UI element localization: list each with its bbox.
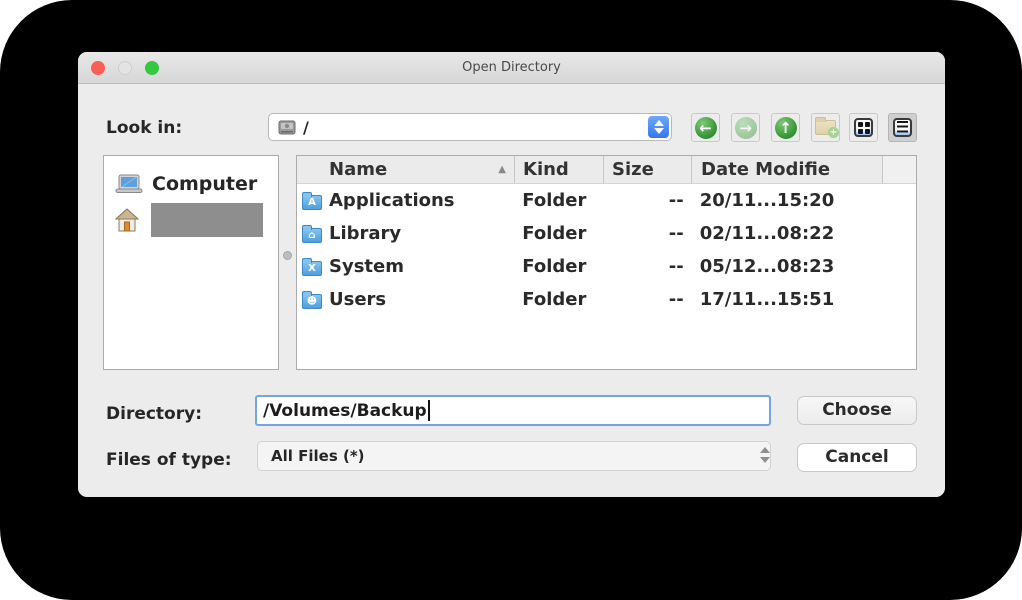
directory-label: Directory: (106, 404, 202, 424)
forward-button: → (731, 113, 760, 142)
table-row[interactable]: X System Folder -- 05/12...08:23 (297, 250, 916, 283)
row-kind: Folder (513, 190, 602, 211)
file-type-value: All Files (*) (271, 447, 365, 465)
combobox-arrows-icon[interactable] (648, 116, 669, 138)
titlebar[interactable]: Open Directory (78, 52, 945, 84)
system-folder-icon: X (302, 261, 322, 276)
detail-view-icon (893, 118, 912, 137)
maximize-button[interactable] (145, 61, 159, 75)
sidebar-computer-label: Computer (152, 173, 257, 195)
sidebar-item-computer[interactable]: Computer (104, 166, 278, 202)
text-caret (428, 400, 430, 421)
row-kind: Folder (513, 223, 602, 244)
cancel-button[interactable]: Cancel (797, 443, 917, 472)
detail-view-button[interactable] (888, 113, 917, 142)
home-icon (115, 208, 139, 232)
row-size: -- (602, 256, 690, 277)
row-date-modified: 17/11...15:51 (690, 289, 916, 310)
row-size: -- (602, 223, 690, 244)
hard-drive-icon (278, 120, 296, 135)
forward-icon: → (735, 117, 757, 139)
column-header-name[interactable]: Name ▲ (297, 156, 514, 183)
column-header-kind[interactable]: Kind (514, 156, 603, 183)
look-in-combobox[interactable]: / (268, 113, 672, 141)
row-size: -- (602, 190, 690, 211)
table-row[interactable]: ☻ Users Folder -- 17/11...15:51 (297, 283, 916, 316)
choose-button[interactable]: Choose (797, 396, 917, 425)
row-name: Library (329, 223, 401, 244)
minimize-button (118, 61, 132, 75)
look-in-path: / (303, 118, 309, 137)
row-name: System (329, 256, 404, 277)
table-row[interactable]: A Applications Folder -- 20/11...15:20 (297, 184, 916, 217)
row-date-modified: 20/11...15:20 (690, 190, 916, 211)
directory-input[interactable]: /Volumes/Backup (255, 395, 771, 426)
back-icon: ← (695, 117, 717, 139)
column-header-date-modified[interactable]: Date Modifie (691, 156, 882, 183)
row-name: Users (329, 289, 386, 310)
table-header: Name ▲ Kind Size Date Modifie (297, 156, 916, 184)
window-title: Open Directory (78, 52, 945, 84)
row-name: Applications (329, 190, 455, 211)
look-in-label: Look in: (106, 118, 182, 138)
up-icon: ↑ (775, 117, 797, 139)
column-header-size[interactable]: Size (603, 156, 691, 183)
file-list: Name ▲ Kind Size Date Modifie A Applicat… (296, 155, 917, 370)
home-label-redacted (151, 203, 263, 237)
list-view-button[interactable] (849, 113, 878, 142)
applications-folder-icon: A (302, 195, 322, 210)
places-sidebar: Computer (103, 155, 279, 370)
row-kind: Folder (513, 289, 602, 310)
row-date-modified: 05/12...08:23 (690, 256, 916, 277)
splitter-handle[interactable] (283, 251, 292, 260)
new-folder-button: + (811, 113, 840, 142)
column-header-filler (882, 156, 916, 183)
file-type-dropdown[interactable]: All Files (*) (257, 441, 771, 471)
up-button[interactable]: ↑ (771, 113, 800, 142)
library-folder-icon: ⌂ (302, 228, 322, 243)
row-size: -- (602, 289, 690, 310)
computer-icon (115, 174, 143, 195)
users-folder-icon: ☻ (302, 294, 322, 309)
table-row[interactable]: ⌂ Library Folder -- 02/11...08:22 (297, 217, 916, 250)
sidebar-item-home[interactable] (104, 202, 278, 238)
row-date-modified: 02/11...08:22 (690, 223, 916, 244)
open-directory-dialog: Open Directory Look in: / ← → ↑ + (78, 52, 945, 497)
close-button[interactable] (91, 61, 105, 75)
new-folder-icon: + (815, 120, 836, 135)
directory-input-value: /Volumes/Backup (263, 401, 427, 421)
back-button[interactable]: ← (691, 113, 720, 142)
sort-ascending-icon: ▲ (498, 164, 506, 175)
row-kind: Folder (513, 256, 602, 277)
files-of-type-label: Files of type: (106, 450, 232, 470)
list-view-icon (854, 118, 873, 137)
